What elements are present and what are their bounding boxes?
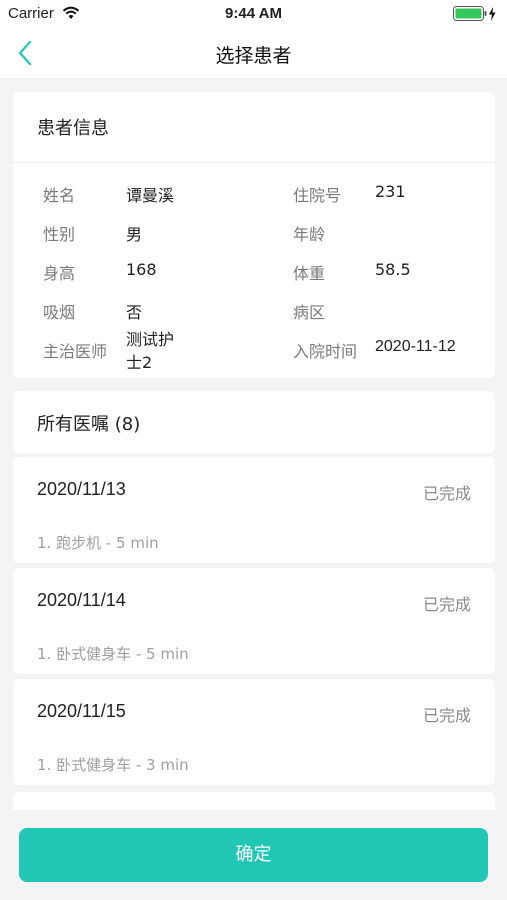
smoking-value: 否 [126,303,143,322]
admission-date-label: 入院时间 [293,342,358,361]
battery-icon [453,6,497,26]
section-title: 患者信息 [37,118,109,139]
order-date: 2020/11/13 [37,479,126,499]
weight-label: 体重 [293,264,326,283]
page-title: 选择患者 [215,45,292,67]
order-date: 2020/11/15 [37,701,126,721]
clock: 9:44 AM [225,5,282,22]
name-value: 谭曼溪 [126,186,175,205]
gender-value: 男 [126,225,143,244]
order-item[interactable]: 2020/11/14 已完成 1. 卧式健身车 - 5 min [13,568,495,674]
orders-title: 所有医嘱 (8) [37,414,141,435]
attending-doctor-value-line2: 士2 [126,353,153,372]
ward-label: 病区 [293,303,326,322]
order-status: 已完成 [422,706,471,725]
admission-no-value: 231 [375,182,406,201]
status-bar: Carrier 9:44 AM [0,0,507,28]
order-exercise: 1. 跑步机 - 5 min [37,534,159,552]
height-value: 168 [126,260,157,279]
bottom-bar: 确定 [0,810,507,900]
order-item[interactable]: 2020/11/13 已完成 1. 跑步机 - 5 min [13,457,495,563]
admission-date-value: 2020-11-12 [375,338,456,355]
nav-bar: 选择患者 [0,28,507,79]
order-status: 已完成 [422,484,471,503]
height-label: 身高 [43,264,76,283]
confirm-button[interactable]: 确定 [19,828,488,882]
name-label: 姓名 [43,186,76,205]
gender-label: 性别 [43,225,76,244]
order-status: 已完成 [422,595,471,614]
orders-header-card: 所有医嘱 (8) [13,391,495,453]
weight-value: 58.5 [375,260,411,279]
order-exercise: 1. 卧式健身车 - 5 min [37,645,189,663]
order-exercise: 1. 卧式健身车 - 3 min [37,756,189,774]
order-item[interactable]: 2020/11/15 已完成 1. 卧式健身车 - 3 min [13,679,495,785]
order-date: 2020/11/14 [37,590,126,610]
smoking-label: 吸烟 [43,303,76,322]
admission-no-label: 住院号 [293,186,342,205]
attending-doctor-label: 主治医师 [43,342,108,361]
attending-doctor-value-line1: 测试护 [126,330,175,349]
charging-bolt-icon [489,7,496,21]
patient-info-card: 患者信息 姓名 谭曼溪 住院号 231 性别 男 年龄 身高 168 体重 58… [13,92,495,378]
patient-info-header: 患者信息 [13,92,495,163]
age-label: 年龄 [293,225,326,244]
